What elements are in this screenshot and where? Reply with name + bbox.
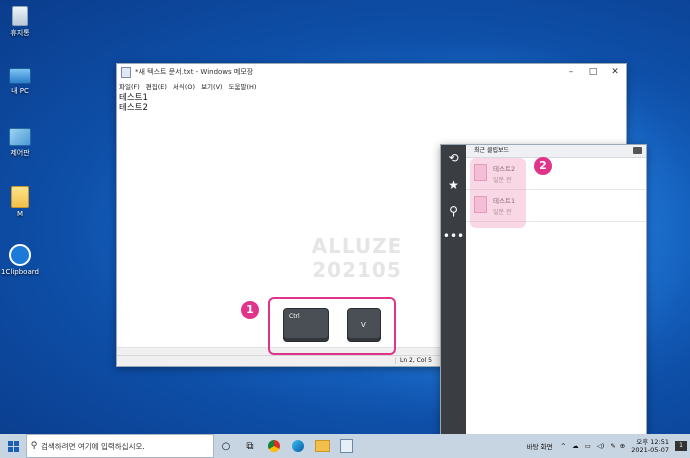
chrome-icon[interactable] (262, 434, 286, 458)
search-placeholder: 검색하려면 여기에 입력하십시오. (41, 441, 145, 451)
desktop-icon-folder[interactable]: M (0, 186, 40, 218)
close-icon[interactable]: ✕ (604, 67, 626, 77)
network-icon[interactable]: ▭ (585, 442, 591, 450)
notepad-text-area[interactable]: 테스트1 테스트2 (117, 92, 626, 114)
menu-format[interactable]: 서식(O) (173, 81, 195, 91)
cortana-icon[interactable]: ○ (214, 434, 238, 458)
v-key: V (347, 308, 381, 342)
start-button[interactable] (0, 434, 26, 458)
menu-edit[interactable]: 편집(E) (146, 81, 167, 91)
taskbar-search-box[interactable]: ⚲ 검색하려면 여기에 입력하십시오. (26, 434, 214, 458)
ctrl-key: Ctrl (283, 308, 329, 342)
clipboard-sidebar: ⟲ ★ ⚲ ••• (441, 145, 466, 435)
windows-icon (7, 440, 19, 452)
text-line: 테스트2 (119, 103, 148, 113)
notification-icon[interactable]: 1 (675, 441, 687, 451)
more-icon[interactable]: ••• (441, 229, 466, 243)
folder-icon (11, 186, 29, 208)
star-icon[interactable]: ★ (441, 178, 466, 192)
desktop-icon-1clipboard[interactable]: 1Clipboard (0, 244, 40, 276)
taskbar: ⚲ 검색하려면 여기에 입력하십시오. ○ ⧉ 바탕 화면 ^ ☁ ▭ ◁) ✎… (0, 434, 690, 458)
clipboard-app-icon (9, 244, 31, 266)
file-explorer-icon[interactable] (310, 434, 334, 458)
pen-icon[interactable]: ✎ (610, 442, 615, 450)
notepad-icon (121, 66, 131, 78)
clock-time: 오후 12:51 (636, 438, 669, 446)
maximize-icon[interactable]: □ (582, 67, 604, 77)
watermark: ALLUZE 202105 (267, 234, 447, 282)
clipboard-header: 최근 클립보드 (466, 145, 646, 158)
volume-icon[interactable]: ◁) (597, 442, 605, 450)
menu-view[interactable]: 보기(V) (201, 81, 222, 91)
desktop-icon-label: 제어판 (10, 149, 30, 157)
pin-icon[interactable] (633, 147, 642, 154)
onedrive-icon[interactable]: ☁ (572, 442, 579, 450)
notepad-titlebar[interactable]: *새 텍스트 문서.txt - Windows 메모장 – □ ✕ (117, 64, 626, 80)
ctrl-key-label: Ctrl (289, 313, 300, 320)
minimize-icon[interactable]: – (560, 67, 582, 77)
menu-help[interactable]: 도움말(H) (229, 81, 257, 91)
keyboard-icon[interactable]: ⊕ (620, 442, 625, 450)
notepad-taskbar-icon[interactable] (334, 434, 358, 458)
desktop-icon-label: 내 PC (11, 87, 29, 95)
desktop-toolbar-label[interactable]: 바탕 화면 (527, 441, 553, 451)
step-badge-2: 2 (534, 157, 552, 175)
task-view-icon[interactable]: ⧉ (238, 434, 262, 458)
text-line: 테스트1 (119, 93, 148, 103)
tray-chevron-icon[interactable]: ^ (561, 442, 566, 450)
desktop-icon-control-panel[interactable]: 제어판 (0, 128, 40, 158)
system-tray: 바탕 화면 ^ ☁ ▭ ◁) ✎ ⊕ 오후 12:51 2021-05-07 1 (527, 434, 690, 458)
watermark-line: ALLUZE (311, 234, 403, 258)
notepad-title: *새 텍스트 문서.txt - Windows 메모장 (135, 68, 254, 76)
desktop-icon-this-pc[interactable]: 내 PC (0, 68, 40, 96)
clipboard-header-title: 최근 클립보드 (474, 147, 510, 154)
desktop-icon-label: 휴지통 (10, 29, 30, 37)
desktop-icon-label: 1Clipboard (1, 268, 39, 276)
desktop-icon-recycle-bin[interactable]: 휴지통 (0, 6, 40, 38)
menu-file[interactable]: 파일(F) (119, 81, 140, 91)
computer-icon (9, 68, 31, 84)
desktop-icon-label: M (16, 210, 24, 218)
clock[interactable]: 오후 12:51 2021-05-07 (631, 438, 669, 454)
edge-icon[interactable] (286, 434, 310, 458)
v-key-label: V (361, 321, 366, 329)
step-badge-1: 1 (241, 301, 259, 319)
search-icon: ⚲ (30, 441, 38, 451)
history-icon[interactable]: ⟲ (441, 151, 466, 165)
control-panel-icon (9, 128, 31, 146)
notepad-menubar: 파일(F) 편집(E) 서식(O) 보기(V) 도움말(H) (117, 80, 626, 92)
watermark-line: 202105 (312, 258, 402, 282)
clock-date: 2021-05-07 (631, 446, 669, 454)
clipboard-item-highlight (470, 158, 526, 228)
recycle-bin-icon (12, 6, 28, 26)
search-icon[interactable]: ⚲ (441, 204, 466, 218)
